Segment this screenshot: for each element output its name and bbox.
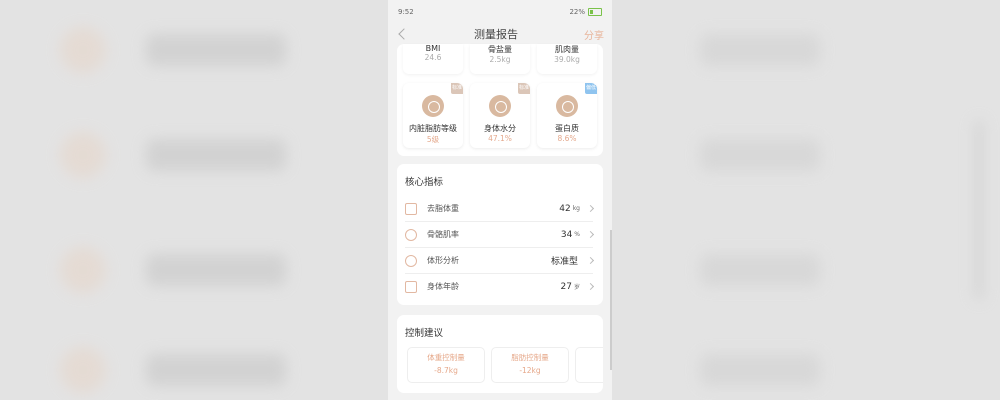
suggestion-weight-control[interactable]: 体重控制量 -8.7kg [407, 347, 485, 383]
phone-screen: 9:52 22% 测量报告 分享 BMI 24.6 骨盐量 2.5kg 肌肉量 [388, 0, 612, 400]
bg-row [700, 125, 960, 185]
metric-value: 39.0kg [554, 55, 580, 64]
core-metrics-card: 核心指标 去脂体重 42 kg 骨骼肌率 34 % 体形分析 标准型 身体年龄 … [397, 164, 603, 305]
bg-row [60, 20, 380, 80]
metrics-card: BMI 24.6 骨盐量 2.5kg 肌肉量 39.0kg 标准 内脏脂肪等级 [397, 44, 603, 156]
core-item-label: 去脂体重 [427, 204, 459, 213]
protein-icon [556, 95, 578, 117]
metric-tile-visceral-fat[interactable]: 标准 内脏脂肪等级 5级 [403, 83, 463, 148]
chevron-right-icon [586, 256, 595, 265]
chevron-right-icon [586, 230, 595, 239]
bg-row [60, 240, 380, 300]
metric-tiles-row: 标准 内脏脂肪等级 5级 标准 身体水分 47.1% 偏低 蛋白质 8.6% [403, 74, 597, 148]
core-item-value: 34 [560, 229, 573, 240]
water-drop-icon [489, 95, 511, 117]
metric-bmi[interactable]: BMI 24.6 [403, 44, 463, 74]
bg-row [60, 125, 380, 185]
metric-label: 肌肉量 [555, 45, 579, 54]
core-item-body-age[interactable]: 身体年龄 27 岁 [405, 274, 595, 299]
section-title: 控制建议 [405, 328, 444, 339]
tile-value: 5级 [426, 135, 440, 144]
suggestion-value: -8.7kg [434, 366, 458, 375]
calendar-icon [405, 202, 417, 215]
core-item-skeletal-muscle[interactable]: 骨骼肌率 34 % [405, 222, 595, 248]
core-item-label: 身体年龄 [427, 282, 459, 291]
tile-label: 蛋白质 [555, 124, 579, 133]
core-item-unit: % [574, 231, 580, 238]
page-title: 测量报告 [474, 28, 518, 41]
status-time: 9:52 [398, 8, 414, 16]
metric-bone-mass[interactable]: 骨盐量 2.5kg [470, 44, 530, 74]
core-item-unit: kg [572, 205, 580, 212]
metric-label: 骨盐量 [488, 45, 512, 54]
top-metrics-row: BMI 24.6 骨盐量 2.5kg 肌肉量 39.0kg [403, 44, 597, 74]
chevron-right-icon [586, 282, 595, 291]
pie-chart-icon [405, 254, 417, 267]
back-icon[interactable] [398, 28, 410, 40]
status-icons: 22% [569, 8, 602, 16]
nav-bar: 测量报告 分享 [388, 24, 612, 44]
muscle-icon [405, 228, 417, 241]
metric-value: 2.5kg [489, 55, 511, 64]
bg-row [700, 20, 960, 80]
suggestion-label: 体重控制量 [427, 353, 465, 362]
share-button[interactable]: 分享 [584, 27, 604, 42]
suggestion-label: 肌肉 [576, 352, 603, 363]
tile-label: 内脏脂肪等级 [409, 124, 457, 133]
tile-value: 47.1% [488, 134, 512, 143]
metric-value: 24.6 [424, 53, 442, 62]
status-badge: 偏低 [585, 83, 597, 94]
bg-row [60, 340, 380, 400]
core-item-value: 42 [559, 203, 571, 214]
core-item-body-shape[interactable]: 体形分析 标准型 [405, 248, 595, 274]
chevron-right-icon [586, 204, 595, 213]
tile-label: 身体水分 [484, 124, 516, 133]
tile-value: 8.6% [557, 134, 577, 143]
bg-scrollbar [974, 120, 984, 300]
person-icon [405, 280, 417, 293]
core-item-label: 骨骼肌率 [427, 230, 459, 239]
battery-icon [588, 8, 602, 16]
suggestion-label: 脂肪控制量 [511, 353, 549, 362]
core-item-value: 27 [560, 281, 572, 292]
visceral-fat-icon [422, 95, 444, 117]
core-item-lean-mass[interactable]: 去脂体重 42 kg [405, 196, 595, 222]
metric-muscle-mass[interactable]: 肌肉量 39.0kg [537, 44, 597, 74]
metric-label: BMI [425, 44, 441, 53]
core-item-label: 体形分析 [427, 256, 459, 265]
bg-row [700, 340, 960, 400]
core-item-unit: 岁 [573, 284, 580, 291]
status-badge: 标准 [451, 83, 463, 94]
suggestion-value: 2 [576, 366, 603, 375]
battery-percent: 22% [569, 8, 585, 16]
control-suggestions-card: 控制建议 体重控制量 -8.7kg 脂肪控制量 -12kg 肌肉 2 [397, 315, 603, 393]
suggestion-value: -12kg [519, 366, 541, 375]
scrollbar[interactable] [610, 230, 612, 370]
metric-tile-protein[interactable]: 偏低 蛋白质 8.6% [537, 83, 597, 148]
metric-tile-body-water[interactable]: 标准 身体水分 47.1% [470, 83, 530, 148]
status-badge: 标准 [518, 83, 530, 94]
section-title: 核心指标 [405, 177, 444, 188]
core-item-value: 标准型 [550, 257, 578, 267]
status-bar: 9:52 22% [388, 0, 612, 24]
suggestion-row: 体重控制量 -8.7kg 脂肪控制量 -12kg 肌肉 2 [397, 347, 603, 393]
suggestion-muscle-control[interactable]: 肌肉 2 [575, 347, 603, 383]
suggestion-fat-control[interactable]: 脂肪控制量 -12kg [491, 347, 569, 383]
bg-row [700, 240, 960, 300]
